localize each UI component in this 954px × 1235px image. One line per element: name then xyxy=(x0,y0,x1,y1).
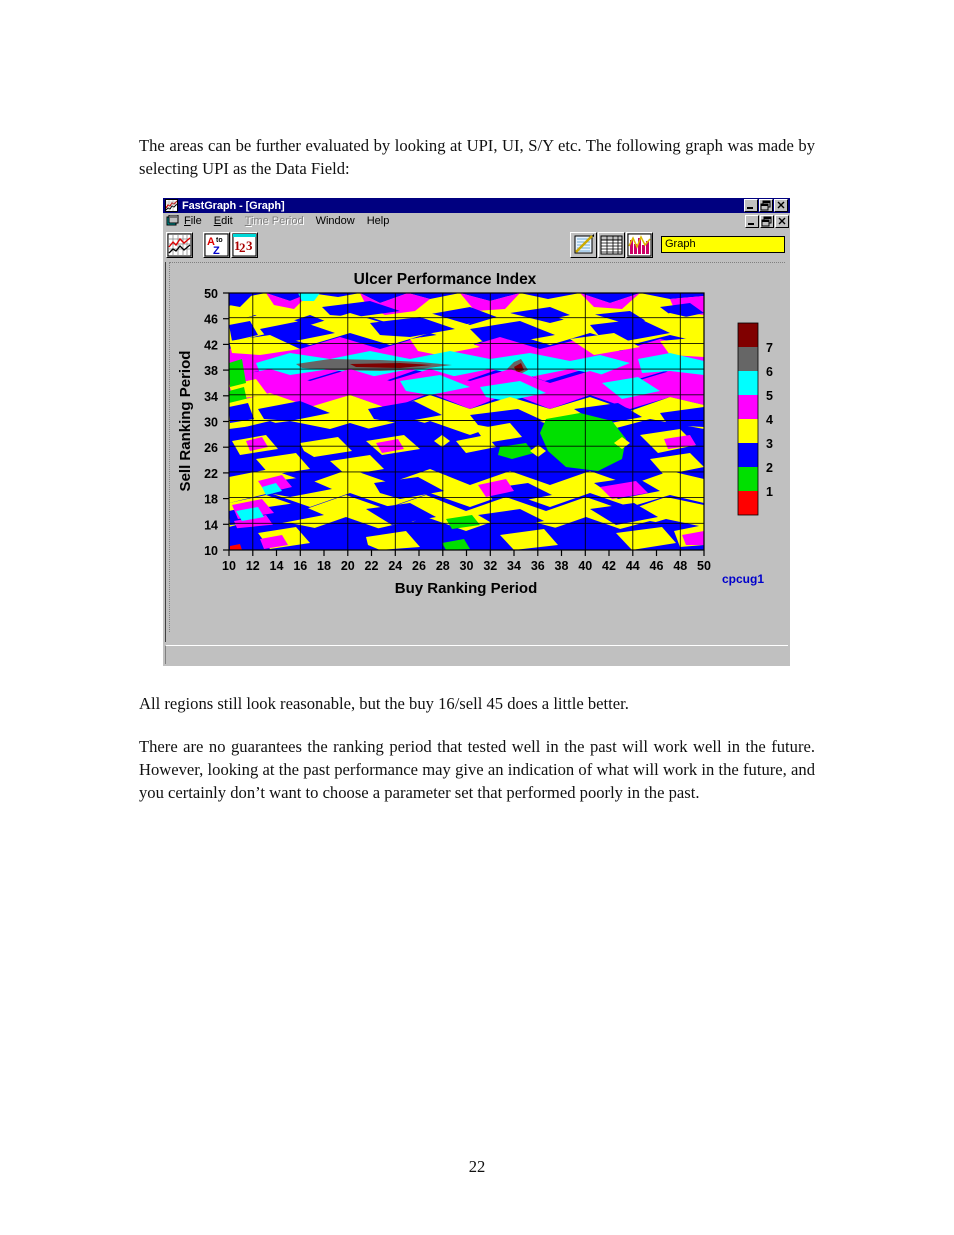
svg-text:to: to xyxy=(216,237,223,244)
legend-label-3: 3 xyxy=(766,437,773,451)
legend-swatch-7 xyxy=(738,347,758,371)
legend-label-5: 5 xyxy=(766,389,773,403)
legend-label-1: 1 xyxy=(766,485,773,499)
x-tick-26: 26 xyxy=(412,559,426,573)
x-tick-30: 30 xyxy=(460,559,474,573)
menubar: File Edit Time Period Window Help xyxy=(163,213,790,229)
table-grid-icon[interactable] xyxy=(598,231,625,258)
window-titlebar: FastGraph - [Graph] xyxy=(163,198,790,213)
legend-swatch-5 xyxy=(738,395,758,419)
svg-text:3: 3 xyxy=(246,238,253,253)
x-tick-32: 32 xyxy=(483,559,497,573)
document-window-icon[interactable] xyxy=(166,214,179,228)
legend-swatch-1 xyxy=(738,491,758,515)
chart-title: Ulcer Performance Index xyxy=(354,271,537,288)
heatmap-chart: Ulcer Performance Index 50 46 42 38 34 3… xyxy=(170,263,786,633)
mdi-minimize-button[interactable] xyxy=(745,214,759,228)
legend-swatch-8 xyxy=(738,323,758,347)
legend-label-6: 6 xyxy=(766,365,773,379)
legend-label-7: 7 xyxy=(766,341,773,355)
legend-label-2: 2 xyxy=(766,461,773,475)
x-tick-12: 12 xyxy=(246,559,260,573)
minimize-button[interactable] xyxy=(744,199,758,212)
notepad-pencil-icon[interactable] xyxy=(570,231,597,258)
x-tick-18: 18 xyxy=(317,559,331,573)
y-tick-14: 14 xyxy=(204,518,218,532)
close-button[interactable] xyxy=(774,199,788,212)
y-tick-42: 42 xyxy=(204,338,218,352)
legend-swatch-6 xyxy=(738,371,758,395)
x-tick-48: 48 xyxy=(673,559,687,573)
heatmap-regions xyxy=(229,293,704,550)
x-tick-22: 22 xyxy=(365,559,379,573)
y-tick-34: 34 xyxy=(204,390,218,404)
x-tick-20: 20 xyxy=(341,559,355,573)
bar-chart-icon[interactable] xyxy=(626,231,653,258)
mdi-restore-button[interactable] xyxy=(760,214,774,228)
color-legend: 7 6 5 4 3 2 1 xyxy=(737,322,773,516)
window-controls-mdi xyxy=(745,214,790,228)
window-controls-outer xyxy=(744,199,789,212)
menu-edit[interactable]: Edit xyxy=(214,215,233,227)
svg-text:2: 2 xyxy=(239,240,246,255)
chart-canvas[interactable]: Ulcer Performance Index 50 46 42 38 34 3… xyxy=(169,262,786,633)
fastgraph-app-icon xyxy=(165,199,178,212)
paragraph-mid: All regions still look reasonable, but t… xyxy=(139,694,629,713)
paragraph-intro: The areas can be further evaluated by lo… xyxy=(139,136,815,179)
legend-swatch-2 xyxy=(738,467,758,491)
mdi-client-area: Ulcer Performance Index 50 46 42 38 34 3… xyxy=(165,262,788,642)
line-chart-icon[interactable] xyxy=(166,231,193,258)
x-tick-24: 24 xyxy=(388,559,402,573)
x-tick-42: 42 xyxy=(602,559,616,573)
y-tick-30: 30 xyxy=(204,416,218,430)
menu-file[interactable]: File xyxy=(184,215,202,227)
svg-text:Z: Z xyxy=(213,245,220,257)
x-tick-44: 44 xyxy=(626,559,640,573)
x-tick-36: 36 xyxy=(531,559,545,573)
y-tick-10: 10 xyxy=(204,544,218,558)
legend-swatch-3 xyxy=(738,443,758,467)
chart-watermark: cpcug1 xyxy=(722,572,764,586)
graph-name-field[interactable]: Graph xyxy=(661,236,785,253)
y-tick-22: 22 xyxy=(204,467,218,481)
y-tick-18: 18 xyxy=(204,493,218,507)
x-tick-46: 46 xyxy=(650,559,664,573)
y-tick-50: 50 xyxy=(204,287,218,301)
x-tick-50: 50 xyxy=(697,559,711,573)
toolbar: A to Z 1 2 3 Graph xyxy=(163,229,790,260)
menu-help[interactable]: Help xyxy=(367,215,390,227)
y-tick-46: 46 xyxy=(204,313,218,327)
legend-label-4: 4 xyxy=(766,413,773,427)
page-number: 22 xyxy=(468,1157,486,1176)
status-bar xyxy=(165,645,788,664)
y-axis-title: Sell Ranking Period xyxy=(177,351,194,492)
menu-window[interactable]: Window xyxy=(316,215,355,227)
sort-numeric-icon[interactable]: 1 2 3 xyxy=(231,231,258,258)
x-axis-title: Buy Ranking Period xyxy=(395,580,538,597)
legend-swatch-4 xyxy=(738,419,758,443)
restore-button[interactable] xyxy=(759,199,773,212)
x-tick-38: 38 xyxy=(555,559,569,573)
y-tick-38: 38 xyxy=(204,364,218,378)
fastgraph-window: FastGraph - [Graph] File Edit Time Perio… xyxy=(163,198,790,666)
menu-time-period: Time Period xyxy=(244,215,304,227)
x-tick-40: 40 xyxy=(578,559,592,573)
x-tick-10: 10 xyxy=(222,559,236,573)
x-tick-28: 28 xyxy=(436,559,450,573)
mdi-close-button[interactable] xyxy=(775,214,789,228)
paragraph-end: There are no guarantees the ranking peri… xyxy=(139,737,815,803)
sort-a-to-z-icon[interactable]: A to Z xyxy=(203,231,230,258)
y-tick-26: 26 xyxy=(204,441,218,455)
x-tick-34: 34 xyxy=(507,559,521,573)
x-tick-14: 14 xyxy=(270,559,284,573)
x-tick-16: 16 xyxy=(293,559,307,573)
window-title: FastGraph - [Graph] xyxy=(182,199,285,212)
